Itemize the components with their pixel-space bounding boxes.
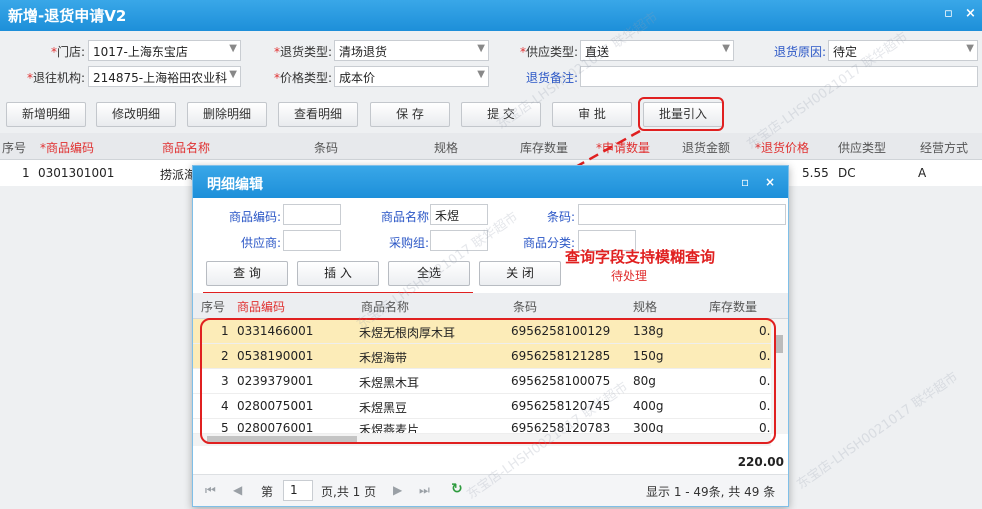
scroll-thumb[interactable] [776,335,783,353]
code-input[interactable] [283,204,341,225]
supplier-input[interactable] [283,230,341,251]
total-value: 220.00 [737,455,784,469]
close-button[interactable]: 关 闭 [479,261,561,286]
next-page-icon[interactable]: ▶ [393,483,402,497]
select-all-button[interactable]: 全选 [388,261,470,286]
dcol-name: 商品名称 [361,300,410,314]
close-icon[interactable]: × [765,175,775,189]
barcode-label: 条码: [546,210,575,224]
pager: ⏮ ◀ 第 1 页,共 1 页 ▶ ⏭ ↻ 显示 1 - 49条, 共 49 条 [193,474,788,506]
dialog-title: 明细编辑 [207,177,263,193]
query-button[interactable]: 查 询 [206,261,288,286]
dcol-code: 商品编码 [237,300,286,314]
refresh-icon[interactable]: ↻ [451,481,463,497]
results-highlight [200,318,776,444]
pager-summary: 显示 1 - 49条, 共 49 条 [646,485,776,499]
first-page-icon[interactable]: ⏮ [205,483,216,498]
insert-button[interactable]: 插 入 [297,261,379,286]
page-prefix: 第 [261,485,274,499]
supplier-label: 供应商: [240,236,281,250]
name-label: 商品名称 [380,210,429,224]
detail-edit-dialog: 明细编辑 ▫ × 商品编码: 商品名称 禾煜 条码: 供应商: 采购组: 商品分… [192,165,789,507]
purchase-input[interactable] [430,230,488,251]
dcol-stock: 库存数量 [709,300,758,314]
code-label: 商品编码: [228,210,281,224]
prev-page-icon[interactable]: ◀ [233,483,242,497]
last-page-icon[interactable]: ⏭ [419,483,430,498]
dcol-spec: 规格 [633,300,658,314]
page-input[interactable]: 1 [283,480,313,501]
status-text: 待处理 [611,269,648,283]
dcol-no: 序号 [201,300,226,314]
name-input[interactable]: 禾煜 [430,204,488,225]
maximize-icon[interactable]: ▫ [741,175,749,189]
barcode-input[interactable] [578,204,786,225]
dialog-titlebar: 明细编辑 ▫ × [193,166,788,198]
annotation-text: 查询字段支持模糊查询 [565,248,716,266]
purchase-label: 采购组: [388,236,429,250]
dcol-barcode: 条码 [513,300,538,314]
page-suffix: 页,共 1 页 [321,485,377,499]
dialog-grid-header: 序号 商品编码 商品名称 条码 规格 库存数量 [193,293,788,319]
